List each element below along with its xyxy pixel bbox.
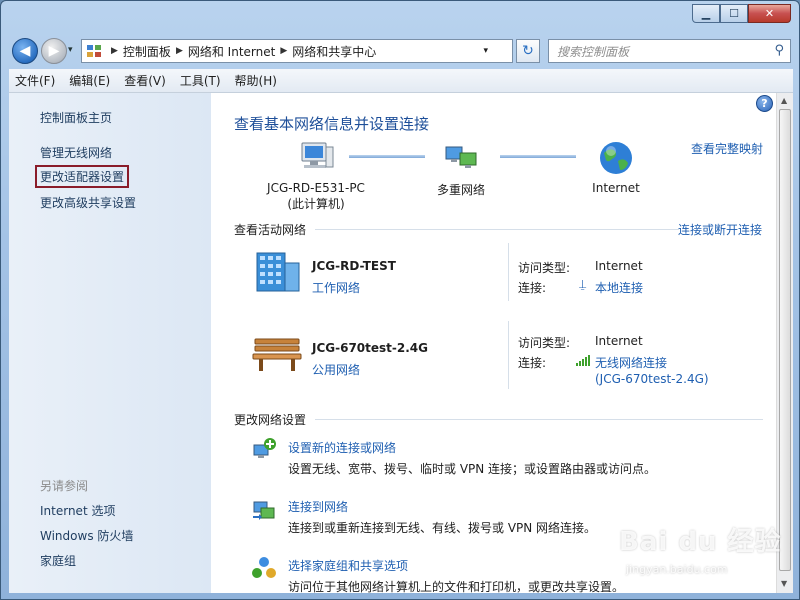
breadcrumb-arrow-icon[interactable]: ▶ — [111, 46, 118, 56]
forward-button[interactable]: ▶ — [41, 38, 67, 64]
multiple-networks-label: 多重网络 — [436, 183, 485, 197]
page-title: 查看基本网络信息并设置连接 — [234, 115, 430, 133]
recent-pages-dropdown-icon[interactable]: ▾ — [68, 45, 73, 55]
menu-file[interactable]: 文件(F) — [15, 72, 55, 89]
ethernet-icon: ⍊ — [579, 277, 587, 291]
task-connect-network-link[interactable]: 连接到网络 — [288, 498, 348, 515]
see-also-homegroup[interactable]: 家庭组 — [40, 552, 76, 569]
multiple-networks-icon — [445, 146, 477, 168]
menu-tools[interactable]: 工具(T) — [180, 72, 221, 89]
main-content: 查看基本网络信息并设置连接 查看完整映射 JCG-RD-E531-PC (此计算… — [211, 93, 775, 593]
menu-bar: 文件(F) 编辑(E) 查看(V) 工具(T) 帮助(H) — [9, 69, 793, 93]
baidu-watermark-url: jingyan.baidu.com — [626, 563, 728, 576]
sidebar-link-manage-wireless[interactable]: 管理无线网络 — [40, 144, 112, 161]
see-full-map-link[interactable]: 查看完整映射 — [691, 140, 763, 157]
connection-ssid-link[interactable]: (JCG-670test-2.4G) — [595, 372, 709, 386]
search-icon[interactable]: ⚲ — [774, 43, 784, 58]
access-type-label: 访问类型: — [518, 261, 571, 275]
map-node-computer[interactable]: JCG-RD-E531-PC (此计算机) — [241, 139, 391, 212]
help-icon[interactable]: ? — [756, 95, 773, 112]
maximize-button[interactable]: ☐ — [720, 4, 748, 23]
see-also-heading: 另请参阅 — [40, 479, 89, 493]
breadcrumb-arrow-icon[interactable]: ▶ — [280, 46, 287, 56]
internet-label: Internet — [592, 181, 640, 195]
globe-icon — [600, 142, 632, 174]
public-network-bench-icon[interactable] — [251, 327, 303, 373]
address-row: ◀ ▶ ▾ ▶ 控制面板 ▶ 网络和 Internet ▶ 网络和共享中心 ▾ … — [1, 35, 800, 67]
task-description: 访问位于其他网络计算机上的文件和打印机，或更改共享设置。 — [288, 580, 625, 593]
active-networks-heading: 查看活动网络 — [234, 223, 307, 237]
close-button[interactable]: ✕ — [748, 4, 791, 23]
back-button[interactable]: ◀ — [12, 38, 38, 64]
caption-buttons: ▁ ☐ ✕ — [692, 4, 791, 23]
homegroup-icon — [252, 557, 276, 578]
map-link-line — [500, 155, 576, 158]
map-node-internet[interactable]: Internet — [566, 139, 666, 195]
network-type-link[interactable]: 公用网络 — [312, 361, 360, 378]
menu-view[interactable]: 查看(V) — [124, 72, 166, 89]
wifi-signal-icon — [576, 355, 590, 366]
computer-name: JCG-RD-E531-PC — [267, 181, 365, 195]
connect-network-icon — [253, 501, 275, 520]
minimize-button[interactable]: ▁ — [692, 4, 720, 23]
map-node-multiple-networks[interactable]: 多重网络 — [416, 139, 506, 198]
task-homegroup-link[interactable]: 选择家庭组和共享选项 — [288, 557, 408, 574]
breadcrumb-arrow-icon[interactable]: ▶ — [176, 46, 183, 56]
menu-help[interactable]: 帮助(H) — [235, 72, 277, 89]
arrow-left-icon: ◀ — [19, 43, 31, 59]
breadcrumb-network-sharing-center[interactable]: 网络和共享中心 — [292, 43, 376, 60]
access-type-label: 访问类型: — [518, 336, 571, 350]
client-area: 控制面板主页 管理无线网络 更改适配器设置 更改高级共享设置 另请参阅 Inte… — [9, 93, 793, 593]
breadcrumb-network-internet[interactable]: 网络和 Internet — [188, 43, 275, 60]
network-type-link[interactable]: 工作网络 — [312, 279, 360, 296]
task-description: 设置无线、宽带、拨号、临时或 VPN 连接；或设置路由器或访问点。 — [288, 462, 657, 476]
connections-label: 连接: — [518, 281, 547, 295]
baidu-watermark: Bai du 经验 — [619, 527, 782, 557]
address-dropdown-icon[interactable]: ▾ — [483, 46, 488, 56]
connect-disconnect-link[interactable]: 连接或断开连接 — [678, 221, 762, 238]
refresh-icon: ↻ — [522, 43, 534, 59]
section-divider — [315, 229, 679, 230]
access-type-value: Internet — [595, 259, 643, 273]
vertical-divider — [508, 243, 509, 301]
breadcrumb-control-panel[interactable]: 控制面板 — [123, 43, 171, 60]
computer-sub: (此计算机) — [287, 197, 345, 211]
search-placeholder: 搜索控制面板 — [557, 44, 630, 59]
vertical-divider — [508, 321, 509, 389]
network-name: JCG-670test-2.4G — [312, 341, 428, 355]
sidebar-link-control-panel-home[interactable]: 控制面板主页 — [40, 109, 112, 126]
section-divider — [315, 419, 763, 420]
see-also-internet-options[interactable]: Internet 选项 — [40, 502, 115, 519]
task-setup-connection-link[interactable]: 设置新的连接或网络 — [288, 439, 396, 456]
refresh-button[interactable]: ↻ — [516, 39, 540, 63]
connection-link[interactable]: 本地连接 — [595, 279, 643, 296]
vertical-scrollbar[interactable]: ▲ ▼ — [776, 93, 793, 593]
address-bar[interactable]: ▶ 控制面板 ▶ 网络和 Internet ▶ 网络和共享中心 ▾ — [81, 39, 513, 63]
task-description: 连接到或重新连接到无线、有线、拨号或 VPN 网络连接。 — [288, 521, 597, 535]
sidebar: 控制面板主页 管理无线网络 更改适配器设置 更改高级共享设置 另请参阅 Inte… — [9, 93, 211, 593]
access-type-value: Internet — [595, 334, 643, 348]
see-also-windows-firewall[interactable]: Windows 防火墙 — [40, 527, 133, 544]
work-network-icon[interactable] — [251, 247, 303, 293]
control-panel-icon — [87, 45, 101, 57]
new-connection-icon — [253, 438, 276, 458]
network-name: JCG-RD-TEST — [312, 259, 396, 273]
search-input[interactable]: 搜索控制面板 ⚲ — [548, 39, 791, 63]
sidebar-link-change-adapter-settings[interactable]: 更改适配器设置 — [35, 165, 130, 188]
map-link-line — [349, 155, 425, 158]
window-frame: ▁ ☐ ✕ ◀ ▶ ▾ ▶ 控制面板 ▶ 网络和 Internet ▶ 网络和共… — [0, 0, 800, 600]
sidebar-link-advanced-sharing[interactable]: 更改高级共享设置 — [40, 194, 136, 211]
scroll-up-icon[interactable]: ▲ — [781, 96, 787, 105]
arrow-right-icon: ▶ — [48, 43, 60, 59]
connections-label: 连接: — [518, 356, 547, 370]
scroll-down-icon[interactable]: ▼ — [781, 579, 787, 588]
change-settings-heading: 更改网络设置 — [234, 413, 307, 427]
connection-link[interactable]: 无线网络连接 — [595, 354, 667, 371]
computer-icon — [301, 142, 334, 168]
scroll-thumb[interactable] — [779, 109, 791, 571]
menu-edit[interactable]: 编辑(E) — [69, 72, 110, 89]
